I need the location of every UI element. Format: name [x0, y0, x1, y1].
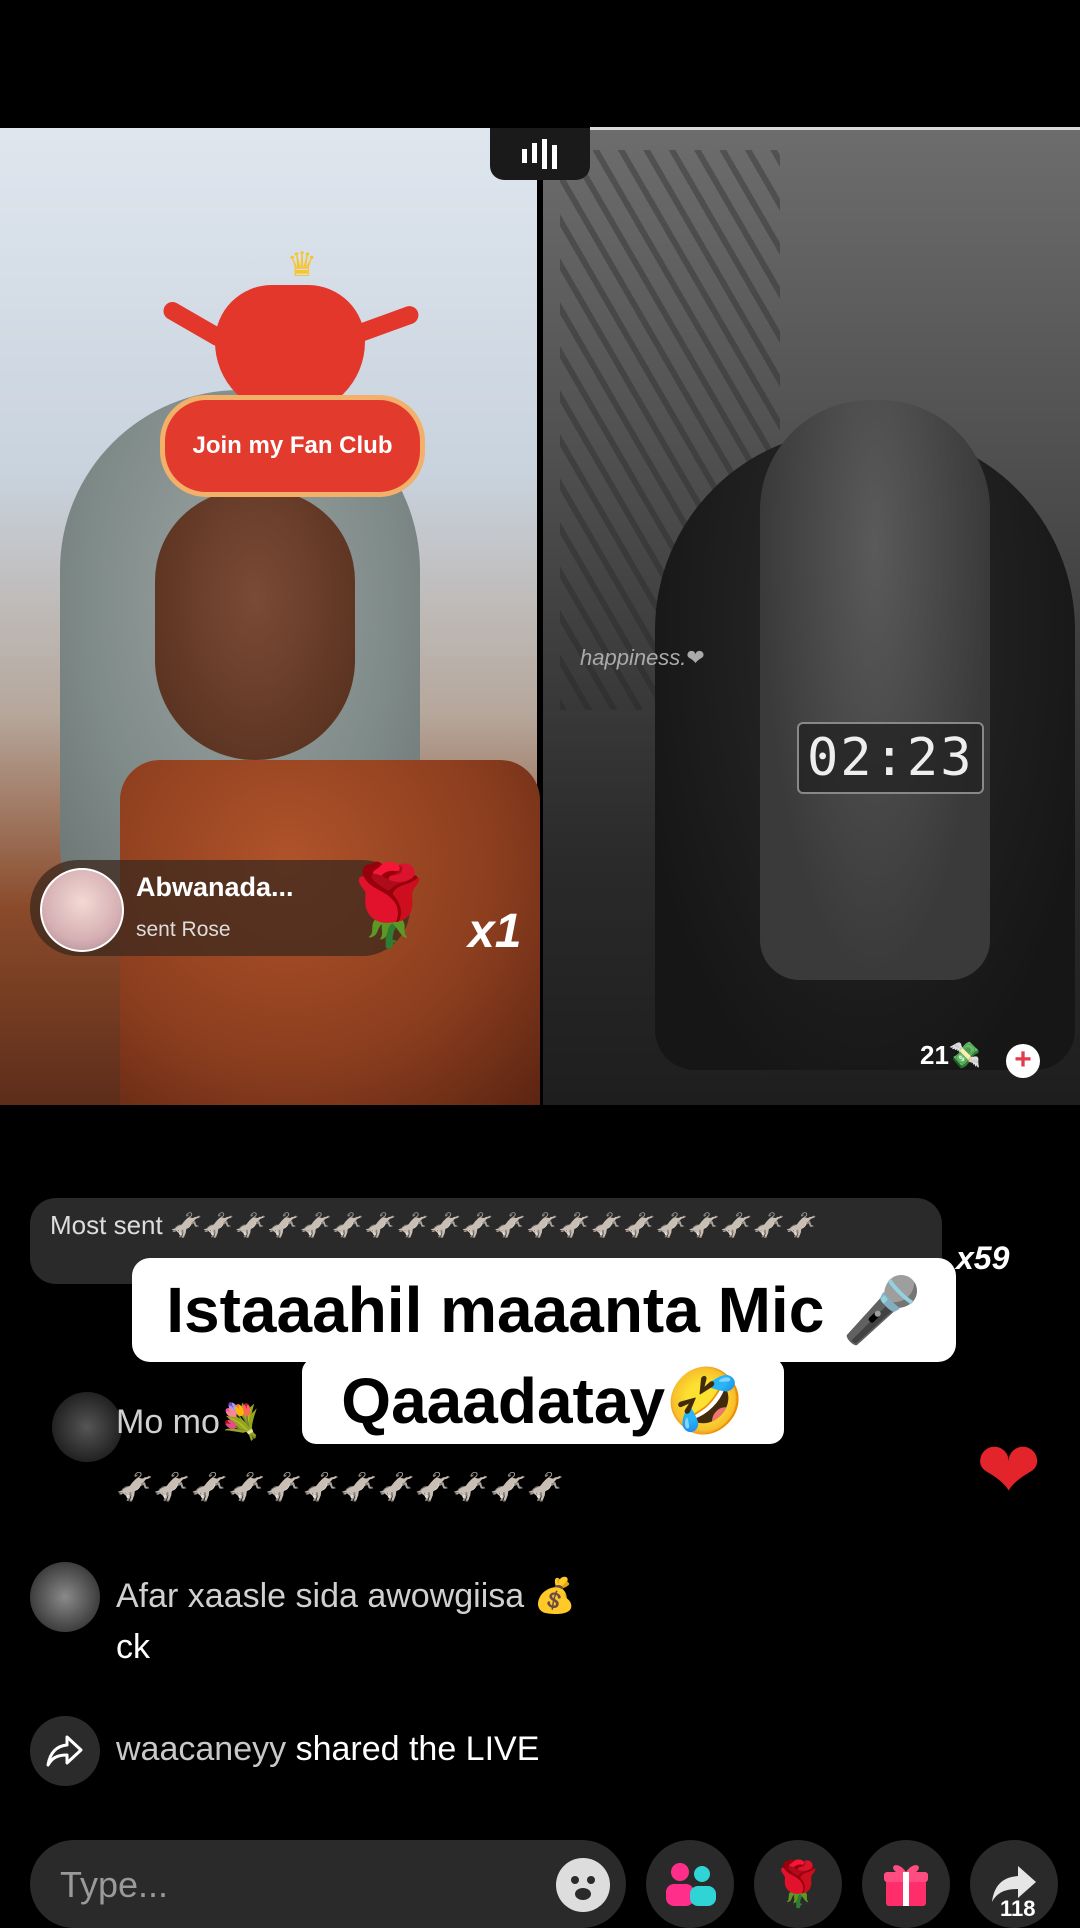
guest-figure	[760, 400, 990, 980]
join-fan-club-label: Join my Fan Club	[192, 432, 393, 459]
gift-sender-name: Abwanada...	[136, 872, 294, 902]
comment-avatar[interactable]	[52, 1392, 122, 1462]
caption-line-2: Qaaadatay🤣	[302, 1358, 784, 1444]
host-face	[155, 490, 355, 760]
rose-gift-button[interactable]: 🌹	[754, 1840, 842, 1928]
comment-avatar[interactable]	[30, 1562, 100, 1632]
overlay-text: happiness.❤	[580, 645, 705, 670]
multi-guest-button[interactable]	[646, 1840, 734, 1928]
audio-levels-button[interactable]	[490, 128, 590, 180]
coin-count: 21💸	[920, 1040, 982, 1070]
most-sent-count: x59	[956, 1240, 1010, 1276]
people-icon	[666, 1863, 716, 1906]
comment-input-placeholder: Type...	[60, 1864, 169, 1905]
comment-text-line2: ck	[116, 1628, 150, 1666]
rose-gift-icon: 🌹	[340, 861, 438, 949]
follow-plus-button[interactable]: +	[1006, 1044, 1040, 1078]
share-event-icon	[30, 1716, 100, 1786]
gift-sender-avatar[interactable]	[40, 868, 124, 952]
share-action: shared the LIVE	[295, 1730, 540, 1768]
like-heart-icon[interactable]: ❤	[976, 1430, 1041, 1510]
emoji-button[interactable]	[556, 1858, 610, 1912]
emoji-icon	[571, 1876, 595, 1900]
comment-text: Afar xaasle sida awowgiisa 💰	[116, 1577, 576, 1615]
share-user: waacaneyy	[116, 1730, 287, 1768]
crown-icon: ♛	[286, 246, 318, 284]
caption-line-1: Istaaahil maaanta Mic 🎤	[132, 1258, 956, 1362]
caption-line-2-text: Qaaadatay🤣	[341, 1364, 745, 1437]
gift-button[interactable]	[862, 1840, 950, 1928]
join-fan-club-button[interactable]: Join my Fan Club	[160, 395, 425, 497]
gift-box-icon	[884, 1865, 928, 1906]
share-arrow-icon	[46, 1735, 83, 1767]
most-sent-text: Most sent 🫏🫏🫏🫏🫏🫏🫏🫏🫏🫏🫏🫏🫏🫏🫏🫏🫏🫏🫏🫏	[50, 1208, 930, 1242]
progress-line	[590, 127, 1080, 130]
audio-levels-icon	[522, 139, 557, 169]
gift-action-text: sent Rose	[136, 918, 231, 941]
gift-count: x1	[468, 905, 522, 958]
share-count: 118	[1000, 1896, 1036, 1921]
comment-text: Mo mo💐	[116, 1403, 263, 1441]
comment-text-line2: 🫏🫏🫏🫏🫏🫏🫏🫏🫏🫏🫏🫏	[116, 1471, 565, 1504]
countdown-timer: 02:23	[797, 722, 984, 794]
most-sent-icons: 🫏🫏🫏🫏🫏🫏🫏🫏🫏🫏🫏🫏🫏🫏🫏🫏🫏🫏🫏🫏	[169, 1210, 818, 1240]
caption-line-1-text: Istaaahil maaanta Mic 🎤	[166, 1273, 922, 1346]
rose-icon: 🌹	[770, 1860, 826, 1909]
most-sent-label: Most sent	[50, 1210, 163, 1240]
share-event-text: waacaneyy shared the LIVE	[116, 1730, 539, 1769]
